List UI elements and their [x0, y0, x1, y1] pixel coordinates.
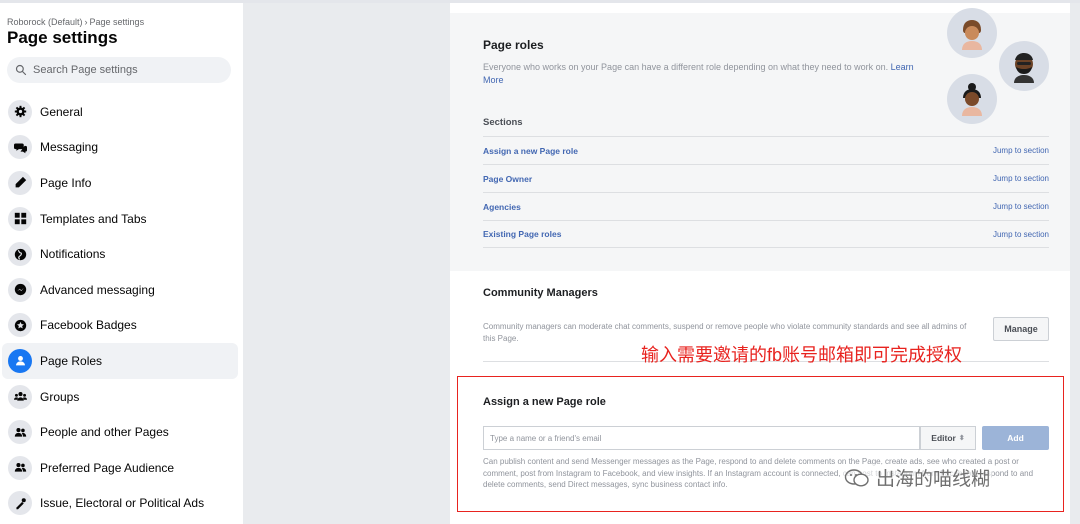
sidebar-item-messaging[interactable]: Messaging — [2, 130, 238, 166]
sidebar-item-label: Notifications — [40, 247, 106, 262]
role-select[interactable]: Editor ⬍ — [920, 426, 976, 450]
section-title: Page roles — [483, 38, 544, 52]
sidebar-item-people-other-pages[interactable]: People and other Pages — [2, 414, 238, 450]
sections-label: Sections — [483, 117, 523, 128]
sidebar-item-label: Facebook Badges — [40, 318, 137, 333]
content-background-right — [1070, 3, 1080, 524]
sidebar-item-page-roles[interactable]: Page Roles — [2, 343, 238, 379]
watermark: 出海的喵线糊 — [842, 464, 993, 491]
person-illustration-icon — [1014, 53, 1034, 83]
role-select-value: Editor — [931, 433, 956, 443]
section-row: Existing Page roles Jump to section — [483, 220, 1049, 248]
search-icon — [15, 64, 27, 76]
sidebar-item-notifications[interactable]: Notifications — [2, 236, 238, 272]
add-button[interactable]: Add — [982, 426, 1049, 450]
sidebar-item-label: Preferred Page Audience — [40, 460, 175, 475]
chevron-updown-icon: ⬍ — [958, 435, 965, 442]
settings-sidebar: Roborock (Default) › Page settings Page se… — [0, 3, 243, 524]
sidebar-item-groups[interactable]: Groups — [2, 379, 238, 415]
sidebar-item-label: Advanced messaging — [40, 282, 155, 297]
avatar-illustration — [947, 74, 997, 124]
section-row: Assign a new Page role Jump to section — [483, 136, 1049, 164]
search-input[interactable]: Search Page settings — [7, 57, 231, 83]
sidebar-item-label: Page Info — [40, 175, 92, 190]
sidebar-item-label: Groups — [40, 389, 80, 404]
settings-nav: General Messaging Page Info Templates an… — [2, 94, 238, 521]
sidebar-item-facebook-badges[interactable]: Facebook Badges — [2, 308, 238, 344]
people-icon — [8, 420, 32, 445]
page-title: Page settings — [7, 28, 118, 47]
grid-icon — [8, 206, 32, 231]
sidebar-item-advanced-messaging[interactable]: Advanced messaging — [2, 272, 238, 308]
community-managers-title: Community Managers — [483, 287, 598, 299]
sidebar-item-political-ads[interactable]: Issue, Electoral or Political Ads — [2, 486, 238, 522]
name-or-email-input[interactable]: Type a name or a friend's email — [483, 426, 920, 450]
sidebar-item-label: Issue, Electoral or Political Ads — [40, 496, 205, 511]
breadcrumb-current: Page settings — [89, 17, 145, 27]
jump-to-section-link[interactable]: Jump to section — [993, 230, 1049, 239]
groups-icon — [8, 384, 32, 409]
jump-to-section-link[interactable]: Jump to section — [993, 202, 1049, 211]
sidebar-item-general[interactable]: General — [2, 94, 238, 130]
avatar-illustration — [947, 8, 997, 58]
jump-to-section-link[interactable]: Jump to section — [993, 146, 1049, 155]
section-row: Page Owner Jump to section — [483, 164, 1049, 192]
breadcrumb-separator: › — [84, 17, 88, 27]
person-illustration-icon — [962, 83, 982, 116]
person-illustration-icon — [962, 20, 982, 50]
sidebar-item-label: Page Roles — [40, 353, 103, 368]
annotation-text: 输入需要邀请的fb账号邮箱即可完成授权 — [641, 345, 963, 365]
gear-icon — [8, 99, 32, 124]
section-link-page-owner[interactable]: Page Owner — [483, 174, 532, 184]
globe-icon — [8, 242, 32, 267]
sidebar-item-preferred-audience[interactable]: Preferred Page Audience — [2, 450, 238, 486]
megaphone-icon — [8, 491, 32, 516]
manage-button[interactable]: Manage — [993, 317, 1049, 341]
sidebar-item-label: Messaging — [40, 140, 99, 155]
wechat-icon — [844, 468, 869, 487]
page-roles-section: Page roles Everyone who works on your Pa… — [450, 8, 1070, 271]
section-row: Agencies Jump to section — [483, 192, 1049, 220]
sidebar-item-label: Templates and Tabs — [40, 211, 147, 226]
sidebar-item-page-info[interactable]: Page Info — [2, 165, 238, 201]
avatar-illustration — [999, 41, 1049, 91]
section-link-existing-roles[interactable]: Existing Page roles — [483, 229, 561, 239]
chat-bubbles-icon — [8, 135, 32, 160]
pencil-icon — [8, 170, 32, 195]
jump-to-section-link[interactable]: Jump to section — [993, 174, 1049, 183]
content-background — [243, 3, 450, 524]
people-icon — [8, 455, 32, 480]
description-text: Everyone who works on your Page can have… — [483, 62, 889, 72]
assign-role-title: Assign a new Page role — [483, 396, 606, 408]
messenger-icon — [8, 277, 32, 302]
search-placeholder: Search Page settings — [33, 64, 138, 76]
watermark-text: 出海的喵线糊 — [876, 469, 991, 490]
section-link-agencies[interactable]: Agencies — [483, 202, 521, 212]
section-link-assign[interactable]: Assign a new Page role — [483, 146, 578, 156]
breadcrumb-page[interactable]: Roborock (Default) — [7, 17, 83, 27]
sidebar-item-label: General — [40, 104, 83, 119]
page-roles-card: Page roles Everyone who works on your Pa… — [450, 8, 1070, 524]
sidebar-item-templates-tabs[interactable]: Templates and Tabs — [2, 201, 238, 237]
breadcrumb: Roborock (Default) › Page settings — [7, 17, 144, 27]
badge-icon — [8, 313, 32, 338]
person-icon — [8, 348, 32, 373]
section-description: Everyone who works on your Page can have… — [483, 61, 923, 87]
sidebar-item-label: People and other Pages — [40, 425, 169, 440]
